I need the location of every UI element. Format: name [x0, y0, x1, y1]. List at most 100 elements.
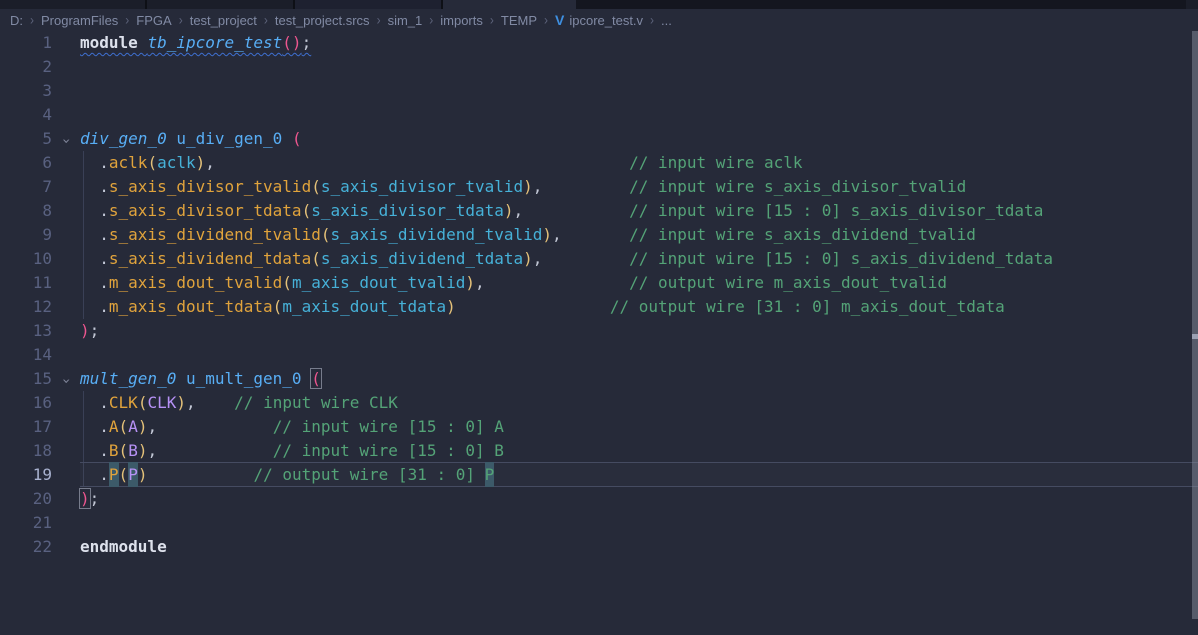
- scrollbar-thumb[interactable]: [1192, 31, 1198, 619]
- code-line-4[interactable]: 4: [0, 103, 1198, 127]
- code-text: .m_axis_dout_tvalid(m_axis_dout_tvalid),…: [80, 271, 947, 295]
- line-number[interactable]: 13: [0, 319, 52, 343]
- code-editor[interactable]: 1module tb_ipcore_test();2345›div_gen_0 …: [0, 31, 1198, 635]
- fold-gutter: [52, 103, 80, 127]
- code-line-22[interactable]: 22 endmodule: [0, 535, 1198, 559]
- breadcrumb-item-testproject[interactable]: test_project: [190, 13, 257, 28]
- code-line-5[interactable]: 5›div_gen_0 u_div_gen_0 (: [0, 127, 1198, 151]
- breadcrumb-separator-icon: ›: [544, 12, 548, 28]
- tab-active[interactable]: [443, 0, 576, 9]
- fold-gutter: [52, 223, 80, 247]
- line-number[interactable]: 17: [0, 415, 52, 439]
- code-line-3[interactable]: 3: [0, 79, 1198, 103]
- breadcrumb-separator-icon: ›: [179, 12, 183, 28]
- fold-gutter: [52, 415, 80, 439]
- code-line-2[interactable]: 2: [0, 55, 1198, 79]
- breadcrumb-item-programfiles[interactable]: ProgramFiles: [41, 13, 118, 28]
- fold-gutter: [52, 79, 80, 103]
- line-number[interactable]: 4: [0, 103, 52, 127]
- fold-gutter: [52, 247, 80, 271]
- line-number[interactable]: 11: [0, 271, 52, 295]
- tab-bar: [0, 0, 1198, 9]
- breadcrumb-separator-icon: ›: [490, 12, 494, 28]
- line-number[interactable]: 20: [0, 487, 52, 511]
- fold-gutter: [52, 487, 80, 511]
- line-number[interactable]: 6: [0, 151, 52, 175]
- tab-inactive-3[interactable]: [295, 0, 443, 9]
- line-number[interactable]: 12: [0, 295, 52, 319]
- breadcrumb-separator-icon: ›: [650, 12, 654, 28]
- tab-inactive-1[interactable]: [0, 0, 147, 9]
- breadcrumb: D: › ProgramFiles › FPGA › test_project › test_p…: [0, 9, 1198, 31]
- breadcrumb-item-ipcoretestv[interactable]: ipcore_test.v: [569, 13, 643, 28]
- fold-gutter: [52, 535, 80, 559]
- breadcrumb-separator-icon: ›: [30, 12, 34, 28]
- code-line-20[interactable]: 20);: [0, 487, 1198, 511]
- line-number[interactable]: 7: [0, 175, 52, 199]
- fold-chevron-icon[interactable]: ›: [52, 127, 80, 151]
- code-line-8[interactable]: 8 .s_axis_divisor_tdata(s_axis_divisor_t…: [0, 199, 1198, 223]
- line-number[interactable]: 16: [0, 391, 52, 415]
- code-text: div_gen_0 u_div_gen_0 (: [80, 127, 302, 151]
- breadcrumb-item-imports[interactable]: imports: [440, 13, 483, 28]
- code-text: .s_axis_dividend_tdata(s_axis_dividend_t…: [80, 247, 1053, 271]
- code-line-6[interactable]: 6 .aclk(aclk), // input wire aclk: [0, 151, 1198, 175]
- code-text: endmodule: [80, 535, 167, 559]
- code-line-16[interactable]: 16 .CLK(CLK), // input wire CLK: [0, 391, 1198, 415]
- code-text: .s_axis_divisor_tvalid(s_axis_divisor_tv…: [80, 175, 966, 199]
- line-number[interactable]: 9: [0, 223, 52, 247]
- code-text: );: [80, 487, 99, 511]
- code-line-11[interactable]: 11 .m_axis_dout_tvalid(m_axis_dout_tvali…: [0, 271, 1198, 295]
- line-number[interactable]: 1: [0, 31, 52, 55]
- code-line-15[interactable]: 15›mult_gen_0 u_mult_gen_0 (: [0, 367, 1198, 391]
- code-text: .aclk(aclk), // input wire aclk: [80, 151, 803, 175]
- fold-gutter: [52, 319, 80, 343]
- breadcrumb-separator-icon: ›: [429, 12, 433, 28]
- fold-gutter: [52, 511, 80, 535]
- code-text: .s_axis_divisor_tdata(s_axis_divisor_tda…: [80, 199, 1043, 223]
- line-number[interactable]: 18: [0, 439, 52, 463]
- code-line-19[interactable]: 19 .P(P) // output wire [31 : 0] P: [0, 463, 1198, 487]
- breadcrumb-item-sim1[interactable]: sim_1: [388, 13, 423, 28]
- line-number[interactable]: 22: [0, 535, 52, 559]
- line-number[interactable]: 5: [0, 127, 52, 151]
- breadcrumb-item-testprojectsrcs[interactable]: test_project.srcs: [275, 13, 370, 28]
- line-number[interactable]: 15: [0, 367, 52, 391]
- line-number[interactable]: 19: [0, 463, 52, 487]
- code-text: mult_gen_0 u_mult_gen_0 (: [80, 367, 321, 391]
- code-text: .A(A), // input wire [15 : 0] A: [80, 415, 504, 439]
- overview-ruler-marker: [1192, 334, 1198, 339]
- line-number[interactable]: 2: [0, 55, 52, 79]
- code-line-7[interactable]: 7 .s_axis_divisor_tvalid(s_axis_divisor_…: [0, 175, 1198, 199]
- fold-gutter: [52, 463, 80, 487]
- code-text: );: [80, 319, 99, 343]
- line-number[interactable]: 3: [0, 79, 52, 103]
- breadcrumb-item-temp[interactable]: TEMP: [501, 13, 537, 28]
- line-number[interactable]: 10: [0, 247, 52, 271]
- code-text: .B(B), // input wire [15 : 0] B: [80, 439, 504, 463]
- line-number[interactable]: 14: [0, 343, 52, 367]
- code-text: .P(P) // output wire [31 : 0] P: [80, 463, 494, 487]
- code-line-17[interactable]: 17 .A(A), // input wire [15 : 0] A: [0, 415, 1198, 439]
- code-line-9[interactable]: 9 .s_axis_dividend_tvalid(s_axis_dividen…: [0, 223, 1198, 247]
- breadcrumb-item-more[interactable]: ...: [661, 13, 672, 28]
- code-line-1[interactable]: 1module tb_ipcore_test();: [0, 31, 1198, 55]
- code-line-13[interactable]: 13);: [0, 319, 1198, 343]
- code-line-14[interactable]: 14: [0, 343, 1198, 367]
- code-text: .CLK(CLK), // input wire CLK: [80, 391, 398, 415]
- fold-gutter: [52, 295, 80, 319]
- breadcrumb-separator-icon: ›: [264, 12, 268, 28]
- fold-chevron-icon[interactable]: ›: [52, 367, 80, 391]
- code-line-10[interactable]: 10 .s_axis_dividend_tdata(s_axis_dividen…: [0, 247, 1198, 271]
- breadcrumb-item-fpga[interactable]: FPGA: [136, 13, 171, 28]
- fold-gutter: [52, 343, 80, 367]
- code-line-21[interactable]: 21: [0, 511, 1198, 535]
- tab-bar-filler: [576, 0, 1186, 9]
- breadcrumb-item-d[interactable]: D:: [10, 13, 23, 28]
- fold-gutter: [52, 55, 80, 79]
- line-number[interactable]: 8: [0, 199, 52, 223]
- tab-inactive-2[interactable]: [147, 0, 295, 9]
- code-line-18[interactable]: 18 .B(B), // input wire [15 : 0] B: [0, 439, 1198, 463]
- line-number[interactable]: 21: [0, 511, 52, 535]
- code-line-12[interactable]: 12 .m_axis_dout_tdata(m_axis_dout_tdata)…: [0, 295, 1198, 319]
